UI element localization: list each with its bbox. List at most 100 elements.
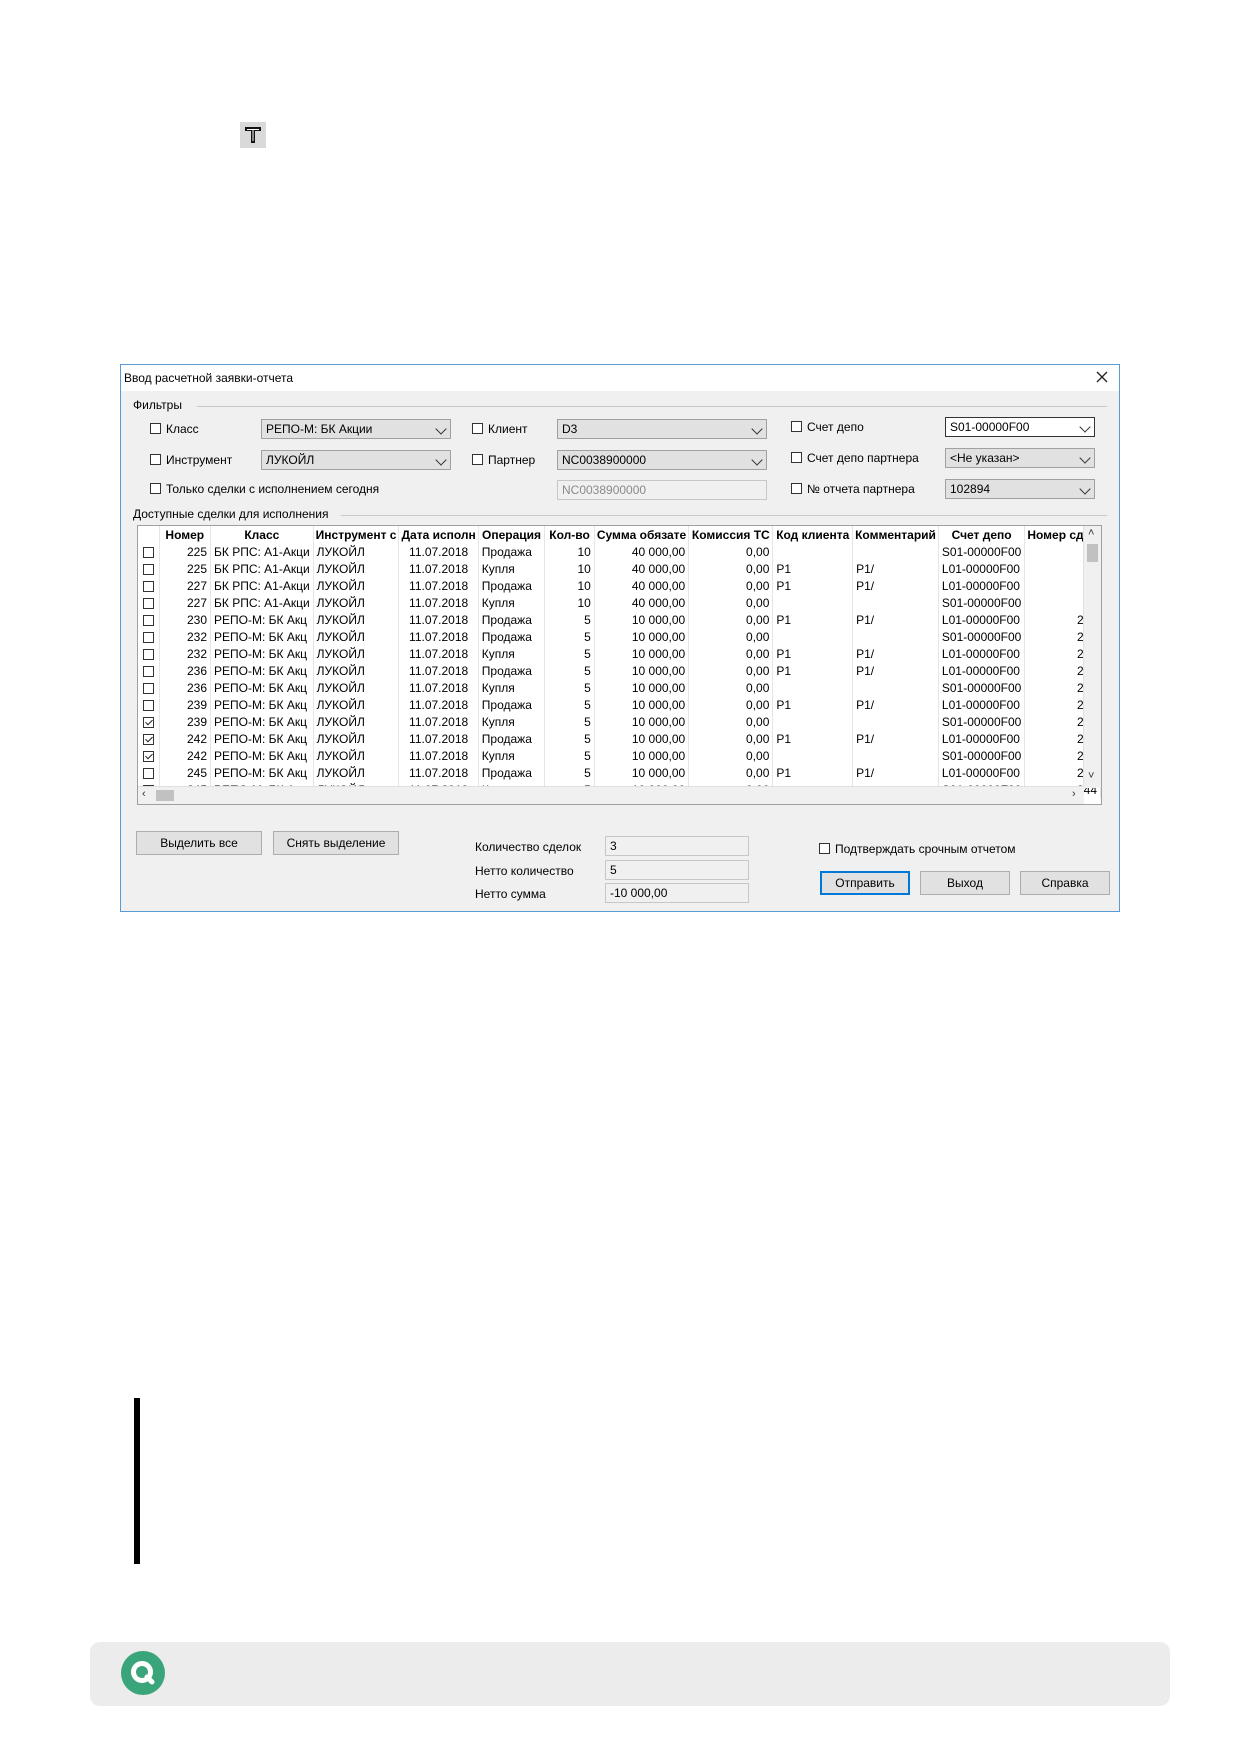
row-checkbox[interactable] [142,750,154,762]
text-tool-icon [240,122,266,148]
row-select-cell [138,764,160,781]
table-row[interactable]: 232 РЕПО-М: БК Акц ЛУКОЙЛ 11.07.2018 Продажа… [138,628,1101,645]
deselect-button[interactable]: Снять выделение [273,831,399,855]
vertical-scrollbar[interactable]: ˄ ˅ [1083,526,1101,788]
table-row[interactable]: 230 РЕПО-М: БК Акц ЛУКОЙЛ 11.07.2018 Продажа… [138,611,1101,628]
table-cell: 40 000,00 [594,543,690,560]
table-cell: 227 [159,577,212,594]
table-row[interactable]: 242 РЕПО-М: БК Акц ЛУКОЙЛ 11.07.2018 Продажа… [138,730,1101,747]
column-header[interactable]: Дата исполн [398,526,479,543]
horizontal-scroll-thumb[interactable] [156,790,174,801]
partner-report-select[interactable]: 102894 [945,479,1095,499]
table-cell: ЛУКОЙЛ [313,577,400,594]
scroll-left-icon[interactable]: ‹ [142,788,146,800]
column-header[interactable]: Номер [159,526,212,543]
table-cell: Купля [478,594,546,611]
depo-label: Счет депо [807,420,864,434]
table-row[interactable]: 242 РЕПО-М: БК Акц ЛУКОЙЛ 11.07.2018 Купля 5 1… [138,747,1101,764]
row-checkbox[interactable] [142,716,154,728]
row-checkbox[interactable] [142,631,154,643]
row-checkbox[interactable] [142,580,154,592]
depo-select[interactable]: S01-00000F00 [945,417,1095,437]
horizontal-scrollbar[interactable]: ‹ › [138,786,1084,804]
column-header[interactable]: Счет депо [938,526,1026,543]
row-checkbox[interactable] [142,767,154,779]
table-cell: 40 000,00 [594,560,690,577]
column-header[interactable]: Код клиента [772,526,854,543]
chevron-down-icon [751,423,763,435]
scroll-right-icon[interactable]: › [1072,788,1076,800]
table-row[interactable]: 227 БК РПС: А1-Акци ЛУКОЙЛ 11.07.2018 Продаж… [138,577,1101,594]
table-row[interactable]: 225 БК РПС: А1-Акци ЛУКОЙЛ 11.07.2018 Купля 1… [138,560,1101,577]
table-cell: 11.07.2018 [398,713,479,730]
today-only-checkbox[interactable] [150,483,161,494]
table-row[interactable]: 239 РЕПО-М: БК Акц ЛУКОЙЛ 11.07.2018 Купля 5 1… [138,713,1101,730]
row-select-cell [138,747,160,764]
table-cell [772,543,854,560]
class-select[interactable]: РЕПО-М: БК Акции [261,419,451,439]
table-cell: L01-00000F00 [938,662,1026,679]
table-row[interactable]: 225 БК РПС: А1-Акци ЛУКОЙЛ 11.07.2018 Продаж… [138,543,1101,560]
send-button[interactable]: Отправить [820,871,910,895]
row-checkbox[interactable] [142,546,154,558]
table-row[interactable]: 227 БК РПС: А1-Акци ЛУКОЙЛ 11.07.2018 Купля 1… [138,594,1101,611]
table-cell: 225 [159,543,212,560]
class-checkbox[interactable] [150,423,161,434]
net-qty-field: 5 [605,860,749,880]
column-header[interactable]: Комиссия ТС [688,526,774,543]
table-row[interactable]: 236 РЕПО-М: БК Акц ЛУКОЙЛ 11.07.2018 Купля 5 1… [138,679,1101,696]
table-row[interactable]: 239 РЕПО-М: БК Акц ЛУКОЙЛ 11.07.2018 Продажа… [138,696,1101,713]
table-cell: 10 000,00 [594,764,690,781]
row-checkbox[interactable] [142,648,154,660]
table-cell: 10 000,00 [594,611,690,628]
table-row[interactable]: 236 РЕПО-М: БК Акц ЛУКОЙЛ 11.07.2018 Продажа… [138,662,1101,679]
row-checkbox[interactable] [142,665,154,677]
table-cell: 0,00 [688,679,774,696]
partner-depo-select[interactable]: <Не указан> [945,448,1095,468]
column-header[interactable]: Кол-во [544,526,595,543]
close-icon[interactable] [1093,368,1111,386]
help-button[interactable]: Справка [1020,871,1110,895]
table-row[interactable]: 245 РЕПО-М: БК Акц ЛУКОЙЛ 11.07.2018 Продажа… [138,764,1101,781]
row-checkbox[interactable] [142,699,154,711]
instrument-select[interactable]: ЛУКОЙЛ [261,450,451,470]
partner-report-checkbox[interactable] [791,483,802,494]
table-cell: 10 000,00 [594,662,690,679]
column-header[interactable]: Инструмент с [313,526,400,543]
partner-depo-checkbox[interactable] [791,452,802,463]
depo-checkbox[interactable] [791,421,802,432]
scroll-down-icon[interactable]: ˅ [1088,770,1094,782]
table-cell: 236 [159,679,212,696]
class-select-value: РЕПО-М: БК Акции [266,422,373,436]
row-checkbox[interactable] [142,597,154,609]
column-header[interactable]: Комментарий [852,526,939,543]
partner-select[interactable]: NC0038900000 [557,450,767,470]
column-header[interactable]: Операция [478,526,546,543]
row-checkbox[interactable] [142,682,154,694]
table-row[interactable]: 232 РЕПО-М: БК Акц ЛУКОЙЛ 11.07.2018 Купля 5 1… [138,645,1101,662]
client-checkbox[interactable] [472,423,483,434]
confirm-urgent-checkbox[interactable] [819,843,830,854]
chevron-down-icon [1079,483,1091,495]
exit-button[interactable]: Выход [920,871,1010,895]
table-cell: 10 000,00 [594,713,690,730]
table-cell: P1 [772,645,854,662]
partner-checkbox[interactable] [472,454,483,465]
row-select-cell [138,594,160,611]
row-checkbox[interactable] [142,563,154,575]
table-cell: 0,00 [688,611,774,628]
vertical-scroll-thumb[interactable] [1087,544,1098,562]
row-checkbox[interactable] [142,733,154,745]
column-header[interactable]: Класс [210,526,314,543]
brand-logo-icon [121,1651,165,1695]
row-checkbox[interactable] [142,614,154,626]
instrument-checkbox[interactable] [150,454,161,465]
table-header-row: Номер Класс Инструмент с Дата исполн Опе… [138,526,1101,543]
table-cell [772,747,854,764]
table-cell: P1/ [852,577,939,594]
table-cell: 5 [544,730,595,747]
scroll-up-icon[interactable]: ˄ [1088,527,1094,539]
client-select[interactable]: D3 [557,419,767,439]
select-all-button[interactable]: Выделить все [136,831,262,855]
column-header[interactable]: Сумма обязате [594,526,690,543]
